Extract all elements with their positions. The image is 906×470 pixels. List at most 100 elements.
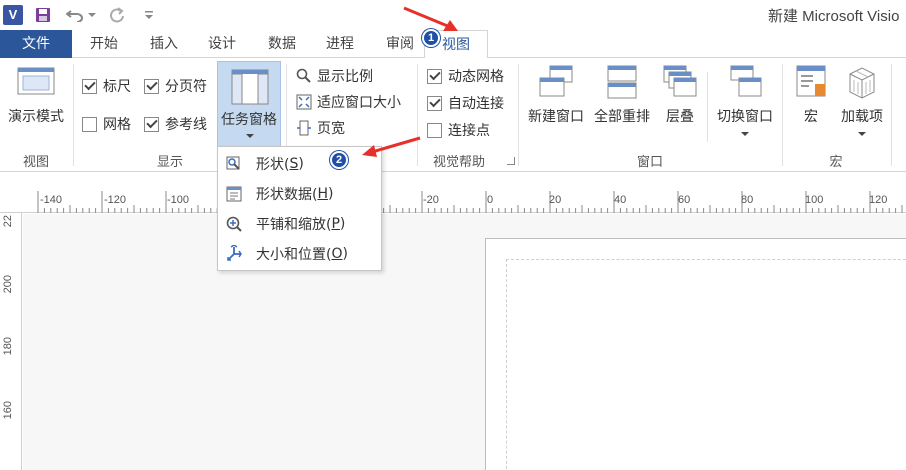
presentation-mode-button[interactable]: 演示模式 xyxy=(4,64,68,126)
switch-windows-button[interactable]: 切换窗口 xyxy=(712,64,778,137)
connection-points-check-icon[interactable] xyxy=(427,122,442,138)
cascade-button[interactable]: 层叠 xyxy=(656,64,704,126)
macros-button[interactable]: 宏 xyxy=(788,64,834,126)
tab-design[interactable]: 设计 xyxy=(198,30,246,58)
shape-data-icon xyxy=(224,184,244,204)
group-separator xyxy=(73,64,74,166)
window-title: 新建 Microsoft Visio xyxy=(768,8,900,25)
page-margin-guide xyxy=(506,259,906,470)
task-pane-icon xyxy=(231,69,269,105)
guides-check-icon[interactable] xyxy=(144,116,159,132)
ruler-label: 180 xyxy=(2,337,14,356)
ruler-label: -140 xyxy=(40,194,63,206)
group-separator xyxy=(518,64,519,166)
page-breaks-checkbox[interactable]: 分页符 xyxy=(144,76,207,96)
chevron-down-icon xyxy=(741,132,749,136)
group-label-window: 窗口 xyxy=(636,155,663,170)
ribbon-tabs: 文件 开始 插入 设计 数据 进程 审阅 视图 xyxy=(0,30,906,59)
fit-to-window-button[interactable]: 适应窗口大小 xyxy=(296,92,401,112)
guides-checkbox[interactable]: 参考线 xyxy=(144,114,207,134)
ruler-label: -100 xyxy=(167,194,190,206)
step-marker-1: 1 xyxy=(422,29,440,47)
ribbon-view: 演示模式 视图 标尺 分页符 网格 参考线 任务窗格 显示 显示比例 适应窗口大… xyxy=(0,58,906,172)
new-window-icon xyxy=(539,65,573,97)
undo-icon[interactable] xyxy=(63,3,87,27)
page-width-icon xyxy=(297,120,311,136)
quick-access-toolbar: V xyxy=(0,0,161,30)
save-icon[interactable] xyxy=(31,3,55,27)
group-separator xyxy=(782,64,783,166)
dynamic-grid-checkbox[interactable]: 动态网格 xyxy=(427,66,504,86)
pan-zoom-icon xyxy=(224,214,244,234)
dynamic-grid-check-icon[interactable] xyxy=(427,68,442,84)
tab-process[interactable]: 进程 xyxy=(316,30,364,58)
page-width-button[interactable]: 页宽 xyxy=(296,118,345,138)
chevron-down-icon xyxy=(858,132,866,136)
group-separator xyxy=(891,64,892,166)
vertical-ruler[interactable]: 22 200 180 160 xyxy=(0,213,22,470)
menu-item-shape-data[interactable]: 形状数据(H) xyxy=(218,179,381,209)
zoom-icon xyxy=(296,68,311,83)
menu-item-pan-zoom[interactable]: 平铺和缩放(P) xyxy=(218,209,381,239)
ruler-check-icon[interactable] xyxy=(82,78,97,94)
undo-dropdown-icon[interactable] xyxy=(87,3,97,27)
ruler-label: 100 xyxy=(805,194,824,206)
menu-item-size-position[interactable]: 大小和位置(O) xyxy=(218,239,381,269)
tab-data[interactable]: 数据 xyxy=(258,30,306,58)
macros-icon xyxy=(796,65,826,97)
tab-insert[interactable]: 插入 xyxy=(140,30,188,58)
chevron-down-icon xyxy=(246,134,254,138)
ruler-label: 80 xyxy=(741,194,754,206)
task-pane-menu: 形状(S) 形状数据(H) 平铺和缩放(P) 大小和位置(O) xyxy=(217,146,382,271)
visio-logo-icon: V xyxy=(3,5,23,25)
ruler-ticks xyxy=(37,191,903,213)
task-pane-button[interactable]: 任务窗格 xyxy=(217,61,281,147)
step-marker-2: 2 xyxy=(330,151,348,169)
customize-qat-icon[interactable] xyxy=(137,3,161,27)
page-breaks-check-icon[interactable] xyxy=(144,78,159,94)
cascade-icon xyxy=(663,65,697,97)
ruler-checkbox[interactable]: 标尺 xyxy=(82,76,131,96)
arrange-all-icon xyxy=(607,65,637,99)
menu-item-shapes[interactable]: 形状(S) xyxy=(218,149,381,179)
grid-checkbox[interactable]: 网格 xyxy=(82,114,131,134)
ruler-label: 200 xyxy=(2,275,14,294)
group-separator xyxy=(707,72,708,142)
size-position-icon xyxy=(224,244,244,264)
connection-points-checkbox[interactable]: 连接点 xyxy=(427,120,490,140)
drawing-page[interactable] xyxy=(485,238,906,470)
presentation-mode-icon xyxy=(17,67,55,95)
auto-connect-check-icon[interactable] xyxy=(427,95,442,111)
dialog-launcher-icon[interactable] xyxy=(507,157,515,165)
add-ons-button[interactable]: 加载项 xyxy=(834,64,890,137)
ruler-label: 22 xyxy=(2,215,14,228)
ruler-label: 120 xyxy=(869,194,888,206)
ruler-label: 20 xyxy=(549,194,562,206)
shapes-icon xyxy=(224,154,244,174)
fit-to-window-icon xyxy=(296,94,312,110)
grid-check-icon[interactable] xyxy=(82,116,97,132)
add-ons-icon xyxy=(849,67,875,99)
tab-home[interactable]: 开始 xyxy=(80,30,128,58)
redo-icon[interactable] xyxy=(105,3,129,27)
group-label-show: 显示 xyxy=(156,155,183,170)
group-label-visual-aids: 视觉帮助 xyxy=(432,155,485,170)
title-bar: V 新建 Microsoft Visio xyxy=(0,0,906,30)
tab-review[interactable]: 审阅 xyxy=(376,30,424,58)
zoom-button[interactable]: 显示比例 xyxy=(296,66,373,86)
switch-windows-icon xyxy=(730,65,762,97)
ruler-label: -20 xyxy=(423,194,439,206)
group-label-view: 视图 xyxy=(22,155,49,170)
ruler-label: 40 xyxy=(614,194,627,206)
ruler-label: 160 xyxy=(2,401,14,420)
horizontal-ruler[interactable]: -140 -120 -100 -20 0 20 40 60 80 100 120 xyxy=(0,191,906,213)
tab-file[interactable]: 文件 xyxy=(0,30,72,58)
new-window-button[interactable]: 新建窗口 xyxy=(524,64,588,126)
group-separator xyxy=(417,64,418,166)
ruler-label: -120 xyxy=(104,194,127,206)
auto-connect-checkbox[interactable]: 自动连接 xyxy=(427,93,504,113)
group-label-macros: 宏 xyxy=(829,155,843,170)
ruler-label: 60 xyxy=(678,194,691,206)
arrange-all-button[interactable]: 全部重排 xyxy=(590,64,654,126)
ruler-label: 0 xyxy=(487,194,494,206)
